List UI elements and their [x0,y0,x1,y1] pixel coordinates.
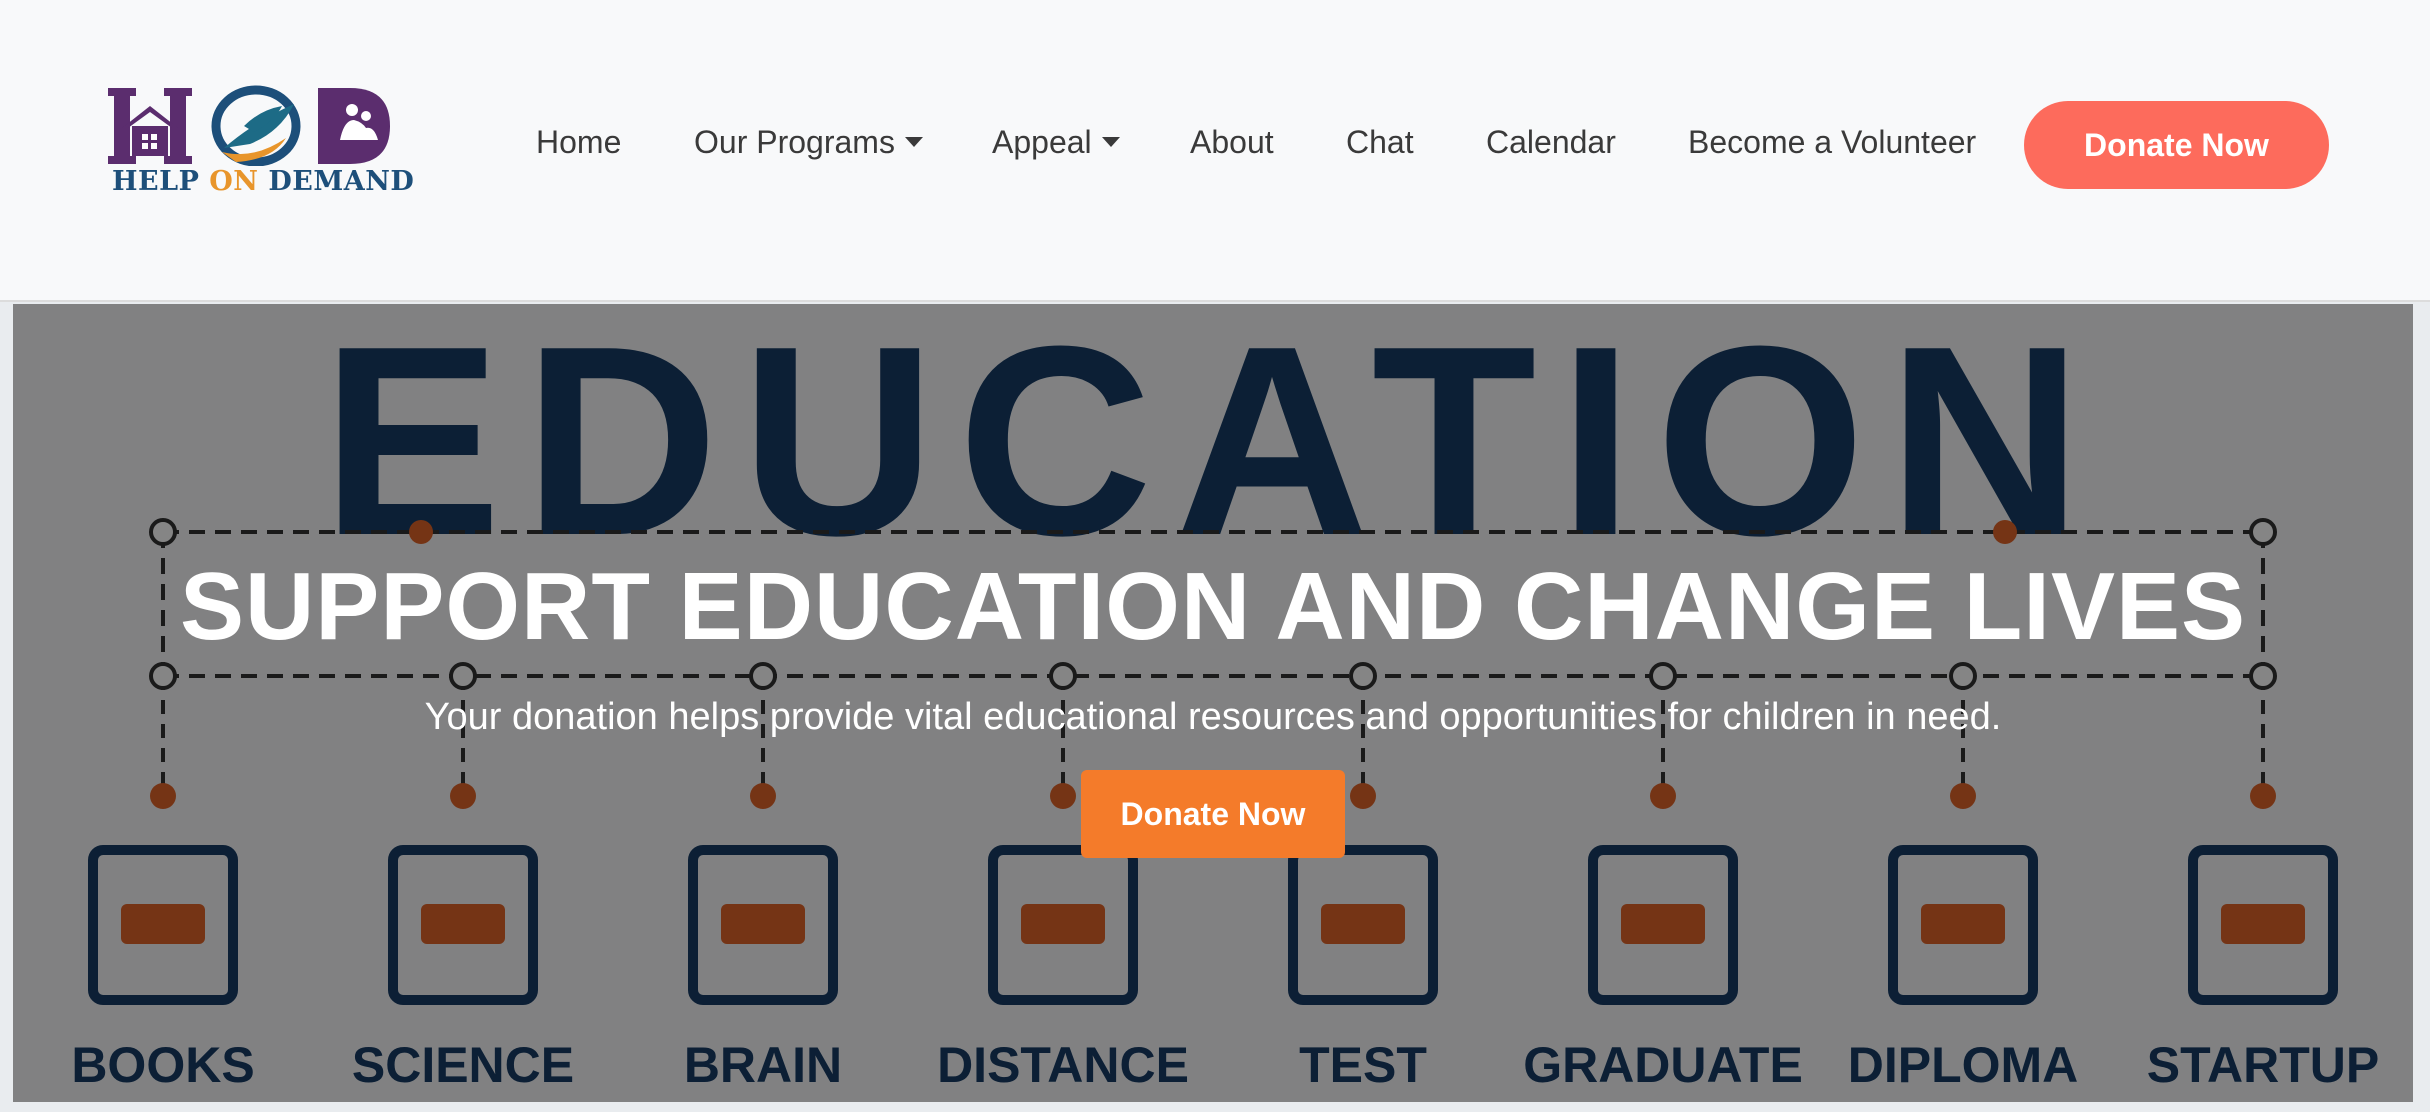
hero-title: SUPPORT EDUCATION AND CHANGE LIVES [179,553,2247,660]
nav-our-programs[interactable]: Our Programs [694,122,923,162]
nav-calendar[interactable]: Calendar [1486,122,1616,162]
logo-word-demand: DEMAND [258,166,415,197]
hero-banner: EDUCATION BOOKS SCIENCE BRAIN DISTANCE TEST GR… [13,304,2413,1102]
logo-word-on: ON [209,166,259,197]
caret-down-icon [1101,137,1120,147]
logo-word-help: HELP [112,166,210,197]
caret-down-icon [904,137,923,147]
logo-mark-icon [108,85,390,166]
nav-appeal[interactable]: Appeal [992,122,1120,162]
header-donate-button[interactable]: Donate Now [2024,101,2329,189]
site-header: HELP ON DEMAND Home Our Programs Appeal … [0,0,2430,302]
help-on-demand-logo[interactable]: HELP ON DEMAND [104,82,414,202]
hero-subtitle: Your donation helps provide vital educat… [424,696,2002,738]
nav-our-programs-label: Our Programs [694,124,895,160]
nav-appeal-label: Appeal [992,124,1092,160]
hero-donate-button[interactable]: Donate Now [1081,770,1345,858]
nav-home[interactable]: Home [536,122,621,162]
nav-about[interactable]: About [1190,122,1274,162]
nav-chat[interactable]: Chat [1346,122,1414,162]
logo-wordmark: HELP ON DEMAND [112,166,414,197]
nav-become-volunteer[interactable]: Become a Volunteer [1688,122,1976,162]
